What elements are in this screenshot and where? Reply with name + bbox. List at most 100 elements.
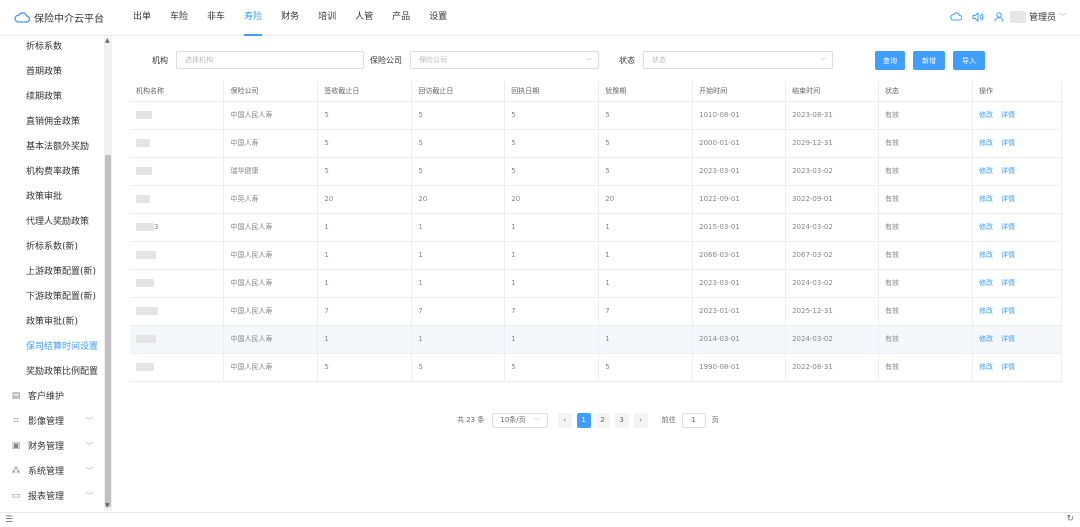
filter-org: 机构 选择机构 xyxy=(152,51,364,69)
edit-link[interactable]: 修改 xyxy=(979,195,993,203)
edit-link[interactable]: 修改 xyxy=(979,167,993,175)
sidebar-scrollbar-thumb[interactable] xyxy=(105,155,111,507)
sidebar-item-jibenfa[interactable]: 基本法额外奖励 xyxy=(26,139,89,152)
sidebar-item-xiayou[interactable]: 下游政策配置(新) xyxy=(26,289,96,302)
org-label: 机构 xyxy=(152,55,168,65)
status-select[interactable]: 状态 ﹀ xyxy=(643,51,833,69)
scroll-up-icon[interactable]: ▲ xyxy=(105,37,110,44)
menu-toggle-icon[interactable]: ☰ xyxy=(5,515,13,525)
cell-end: 2025-12-31 xyxy=(785,297,880,326)
user-name[interactable]: 管理员 xyxy=(1029,10,1056,23)
detail-link[interactable]: 详情 xyxy=(1001,139,1015,147)
nav-caiwu[interactable]: 财务 xyxy=(281,0,299,36)
insurer-select[interactable]: 保险公司 ﹀ xyxy=(410,51,599,69)
sidebar-item-xuqi[interactable]: 续期政策 xyxy=(26,89,62,102)
table-row: 中国人民人寿 5 5 5 5 1010-08-01 2023-08-31 有效 修改 详情 xyxy=(130,101,1063,130)
add-button[interactable]: 新增 xyxy=(913,51,945,70)
detail-link[interactable]: 详情 xyxy=(1001,111,1015,119)
nav-feiche[interactable]: 非车 xyxy=(207,0,225,36)
sidebar-item-shouqi[interactable]: 首期政策 xyxy=(26,64,62,77)
sidebar-item-jiesuan[interactable]: 保司结算时间设置 xyxy=(26,339,98,352)
sidebar-group-customer[interactable]: ▤ 客户维护 xyxy=(10,389,102,403)
cell-visit-deadline: 1 xyxy=(411,325,506,354)
cell-hesitation: 1 xyxy=(598,269,694,298)
cell-org xyxy=(130,269,225,298)
edit-link[interactable]: 修改 xyxy=(979,307,993,315)
detail-link[interactable]: 详情 xyxy=(1001,167,1015,175)
scroll-down-icon[interactable]: ▼ xyxy=(105,502,110,509)
table-row: 中国人民人寿 7 7 7 7 2023-01-01 2025-12-31 有效 修改 详情 xyxy=(130,297,1063,326)
page-jump-input[interactable]: 1 xyxy=(681,412,706,428)
cell-end: 2029-12-31 xyxy=(785,129,880,158)
cell-insurer: 中国人民人寿 xyxy=(223,353,319,382)
prev-page-button[interactable]: ‹ xyxy=(557,412,572,428)
sidebar-item-shenpi-new[interactable]: 政策审批(新) xyxy=(26,314,78,327)
sidebar-item-shenpi[interactable]: 政策审批 xyxy=(26,189,62,202)
nav-shouxian[interactable]: 寿险 xyxy=(244,0,263,36)
nav-chanpin[interactable]: 产品 xyxy=(392,0,410,36)
nav-peixun[interactable]: 培训 xyxy=(318,0,336,36)
page-1-button[interactable]: 1 xyxy=(576,412,591,428)
page-2-button[interactable]: 2 xyxy=(595,412,610,428)
detail-link[interactable]: 详情 xyxy=(1001,279,1015,287)
cell-hesitation: 1 xyxy=(598,325,694,354)
query-button[interactable]: 查询 xyxy=(875,51,905,70)
sidebar-group-report[interactable]: ▭ 报表管理 ﹀ xyxy=(10,489,102,503)
detail-link[interactable]: 详情 xyxy=(1001,195,1015,203)
cell-actions: 修改 详情 xyxy=(972,269,1063,298)
nav-renguan[interactable]: 人管 xyxy=(355,0,373,36)
edit-link[interactable]: 修改 xyxy=(979,139,993,147)
page-size-select[interactable]: 10条/页 ﹀ xyxy=(492,412,548,428)
sidebar-item-zhebiao-new[interactable]: 折标系数(新) xyxy=(26,239,78,252)
cell-visit-deadline: 1 xyxy=(411,241,506,270)
cell-status: 有效 xyxy=(878,157,973,186)
nav-chudan[interactable]: 出单 xyxy=(133,0,151,36)
sidebar-group-system[interactable]: ⁂ 系统管理 ﹀ xyxy=(10,464,102,478)
cell-status: 有效 xyxy=(878,213,973,242)
nav-shezhi[interactable]: 设置 xyxy=(429,0,447,36)
detail-link[interactable]: 详情 xyxy=(1001,363,1015,371)
sidebar-group-image[interactable]: ⌗ 影像管理 ﹀ xyxy=(10,414,102,428)
sidebar-item-feilv[interactable]: 机构费率政策 xyxy=(26,164,80,177)
cell-sign-deadline: 5 xyxy=(317,129,413,158)
edit-link[interactable]: 修改 xyxy=(979,363,993,371)
volume-icon[interactable] xyxy=(972,11,984,22)
table-row: 中国人民人寿 1 1 1 1 2023-03-01 2024-03-02 有效 修改 详情 xyxy=(130,269,1063,298)
detail-link[interactable]: 详情 xyxy=(1001,251,1015,259)
detail-link[interactable]: 详情 xyxy=(1001,307,1015,315)
cell-hesitation: 7 xyxy=(598,297,694,326)
sidebar-item-dailiren[interactable]: 代理人奖励政策 xyxy=(26,214,89,227)
page-3-button[interactable]: 3 xyxy=(614,412,629,428)
report-icon: ▭ xyxy=(11,490,21,501)
sidebar-item-shangyou[interactable]: 上游政策配置(新) xyxy=(26,264,96,277)
edit-link[interactable]: 修改 xyxy=(979,279,993,287)
edit-link[interactable]: 修改 xyxy=(979,111,993,119)
sidebar: 折标系数 首期政策 续期政策 直销佣金政策 基本法额外奖励 机构费率政策 政策审… xyxy=(0,36,114,512)
edit-link[interactable]: 修改 xyxy=(979,251,993,259)
app-logo[interactable]: 保险中介云平台 xyxy=(14,10,104,25)
user-icon[interactable] xyxy=(994,11,1004,22)
top-right-tools: 管理员 ﹀ xyxy=(940,10,1066,23)
scan-icon: ⌗ xyxy=(13,415,19,426)
sidebar-group-finance[interactable]: ▣ 财务管理 ﹀ xyxy=(10,439,102,453)
edit-link[interactable]: 修改 xyxy=(979,335,993,343)
edit-link[interactable]: 修改 xyxy=(979,223,993,231)
detail-link[interactable]: 详情 xyxy=(1001,223,1015,231)
cell-sign-deadline: 20 xyxy=(317,185,413,214)
sidebar-item-zhixiao[interactable]: 直销佣金政策 xyxy=(26,114,80,127)
cloud-sync-icon[interactable] xyxy=(950,11,962,22)
detail-link[interactable]: 详情 xyxy=(1001,335,1015,343)
cell-visit-deadline: 5 xyxy=(411,353,506,382)
cell-status: 有效 xyxy=(878,241,973,270)
refresh-icon[interactable]: ↻ xyxy=(1066,514,1074,524)
org-select[interactable]: 选择机构 xyxy=(176,51,364,69)
cell-org xyxy=(130,325,225,354)
next-page-button[interactable]: › xyxy=(633,412,648,428)
chevron-down-icon[interactable]: ﹀ xyxy=(1059,12,1066,22)
cell-org xyxy=(130,241,225,270)
import-button[interactable]: 导入 xyxy=(953,51,985,70)
avatar[interactable] xyxy=(1009,10,1026,23)
nav-chexian[interactable]: 车险 xyxy=(170,0,188,36)
sidebar-item-zhebiao[interactable]: 折标系数 xyxy=(26,39,62,52)
sidebar-item-jiangli[interactable]: 奖励政策比例配置 xyxy=(26,364,98,377)
